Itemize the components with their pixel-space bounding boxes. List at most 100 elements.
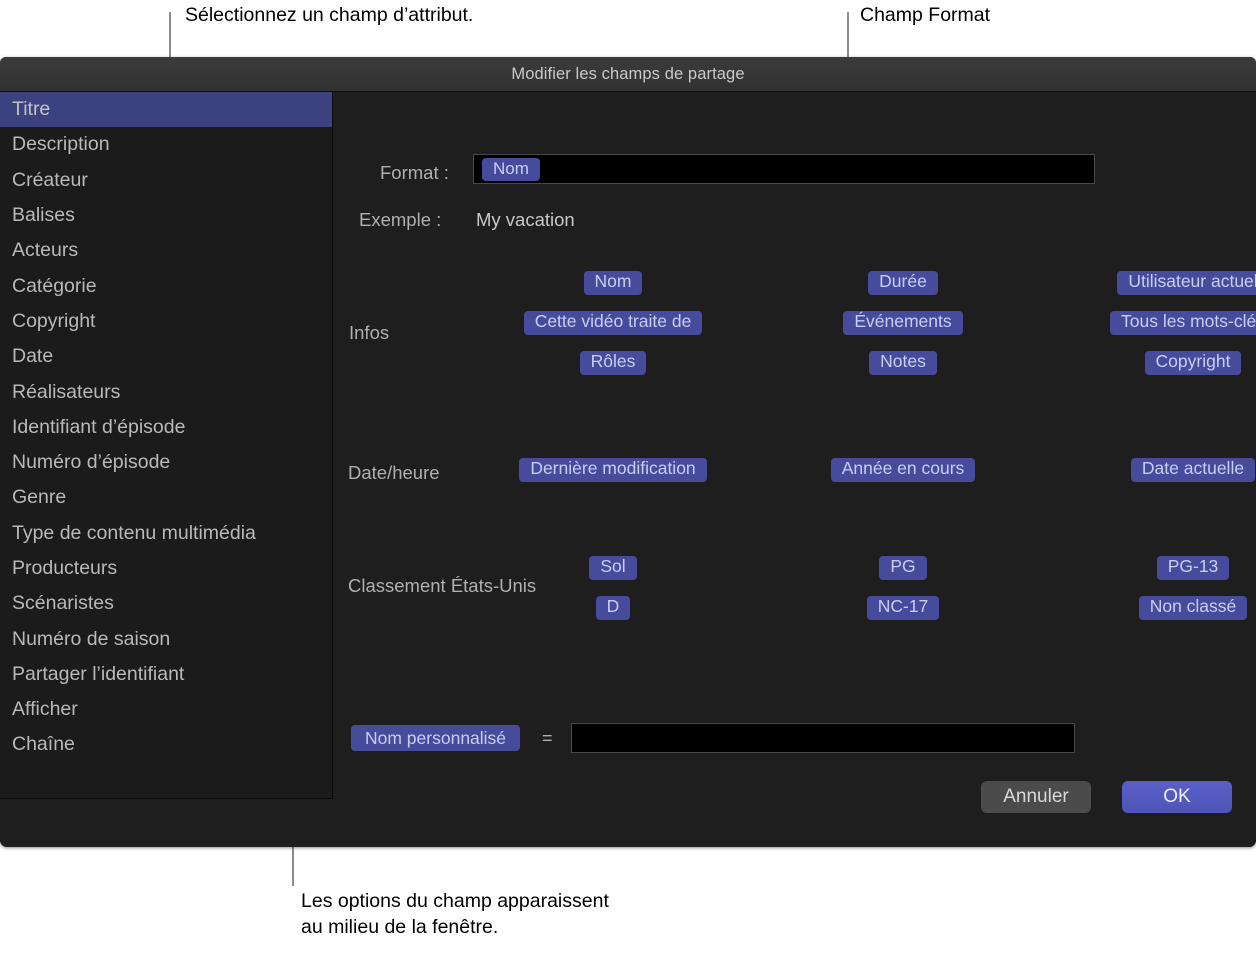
- token-cell: Date actuelle: [1131, 457, 1255, 483]
- sidebar-item[interactable]: Identifiant d’épisode: [0, 410, 332, 445]
- token-cell: Durée: [868, 270, 938, 296]
- field-token[interactable]: Utilisateur actuel: [1117, 271, 1256, 295]
- sidebar-item[interactable]: Titre: [0, 92, 332, 127]
- sidebar-item-label: Producteurs: [12, 557, 117, 580]
- field-token[interactable]: Copyright: [1145, 351, 1242, 375]
- sidebar-item-label: Réalisateurs: [12, 381, 120, 404]
- token-cell: Copyright: [1145, 350, 1242, 376]
- sidebar-item-label: Type de contenu multimédia: [12, 522, 256, 545]
- token-cell: Non classé: [1139, 595, 1248, 621]
- field-token[interactable]: D: [596, 596, 631, 620]
- example-value: My vacation: [476, 209, 575, 231]
- sidebar-item[interactable]: Scénaristes: [0, 586, 332, 621]
- token-group-datetime: Dernière modification Année en cours Date …: [468, 457, 1256, 483]
- field-token[interactable]: PG: [879, 556, 926, 580]
- sidebar-item-label: Identifiant d’épisode: [12, 416, 185, 439]
- dialog-footer: Annuler OK: [0, 799, 1256, 847]
- token-cell: Événements: [843, 310, 962, 336]
- sidebar-item[interactable]: Date: [0, 339, 332, 374]
- sidebar-item[interactable]: Créateur: [0, 163, 332, 198]
- sidebar-item-label: Numéro d’épisode: [12, 451, 170, 474]
- token-cell: Cette vidéo traite de: [524, 310, 703, 336]
- callout-select-attribute-field: Sélectionnez un champ d’attribut.: [185, 2, 473, 28]
- sidebar-item[interactable]: Acteurs: [0, 233, 332, 268]
- sidebar-item-label: Chaîne: [12, 733, 75, 756]
- field-token[interactable]: Date actuelle: [1131, 458, 1255, 482]
- sidebar-item-label: Description: [12, 133, 110, 156]
- token-cell: Rôles: [580, 350, 647, 376]
- sidebar-item[interactable]: Copyright: [0, 304, 332, 339]
- token-group-us-rating: Sol PG PG-13 D NC-17 Non classé: [468, 555, 1256, 621]
- sidebar-item[interactable]: Type de contenu multimédia: [0, 516, 332, 551]
- token-cell: Année en cours: [831, 457, 976, 483]
- token-cell: PG: [879, 555, 926, 581]
- sidebar-item-label: Titre: [12, 98, 50, 121]
- example-label: Exemple :: [359, 209, 441, 231]
- sidebar-item-label: Date: [12, 345, 53, 368]
- field-token[interactable]: NC-17: [867, 596, 940, 620]
- sidebar-item-label: Afficher: [12, 698, 78, 721]
- attribute-field-list[interactable]: Titre Description Créateur Balises Acteurs Ca…: [0, 92, 333, 799]
- field-token[interactable]: Tous les mots-clés: [1110, 311, 1256, 335]
- dialog-body: Titre Description Créateur Balises Acteurs Ca…: [0, 92, 1256, 847]
- group-label-infos: Infos: [349, 322, 389, 344]
- field-token[interactable]: Notes: [869, 351, 937, 375]
- field-token[interactable]: Non classé: [1139, 596, 1248, 620]
- token-cell: Sol: [589, 555, 636, 581]
- sidebar-item-label: Genre: [12, 486, 66, 509]
- ok-button[interactable]: OK: [1122, 781, 1232, 813]
- sidebar-item-label: Numéro de saison: [12, 628, 170, 651]
- sidebar-item-label: Copyright: [12, 310, 95, 333]
- format-input[interactable]: Nom: [473, 154, 1095, 184]
- token-group-infos: Nom Durée Utilisateur actuel Cette vidéo tr…: [468, 270, 1256, 376]
- sidebar-item-label: Partager l’identifiant: [12, 663, 184, 686]
- format-token[interactable]: Nom: [482, 158, 540, 181]
- field-detail-pane: Format : Nom Exemple : My vacation Infos…: [333, 92, 1256, 847]
- sidebar-item[interactable]: Producteurs: [0, 551, 332, 586]
- cancel-button[interactable]: Annuler: [981, 781, 1091, 813]
- field-token[interactable]: Dernière modification: [519, 458, 706, 482]
- field-token[interactable]: Nom: [584, 271, 643, 295]
- sidebar-item[interactable]: Chaîne: [0, 727, 332, 762]
- custom-name-token[interactable]: Nom personnalisé: [351, 725, 520, 751]
- sidebar-item-label: Scénaristes: [12, 592, 114, 615]
- sidebar-item[interactable]: Balises: [0, 198, 332, 233]
- sidebar-item[interactable]: Réalisateurs: [0, 374, 332, 409]
- sidebar-item-label: Balises: [12, 204, 75, 227]
- dialog-title: Modifier les champs de partage: [511, 65, 744, 84]
- sidebar-item[interactable]: Partager l’identifiant: [0, 657, 332, 692]
- equals-label: =: [542, 728, 553, 749]
- custom-name-input[interactable]: [571, 723, 1075, 753]
- sidebar-item-label: Acteurs: [12, 239, 78, 262]
- token-cell: D: [596, 595, 631, 621]
- sidebar-item[interactable]: Description: [0, 127, 332, 162]
- callout-format-field: Champ Format: [860, 2, 990, 28]
- format-label: Format :: [380, 162, 449, 184]
- field-token[interactable]: Cette vidéo traite de: [524, 311, 703, 335]
- token-cell: PG-13: [1157, 555, 1230, 581]
- share-fields-dialog: Modifier les champs de partage Titre Desc…: [0, 57, 1256, 847]
- token-cell: Dernière modification: [519, 457, 706, 483]
- callout-field-options: Les options du champ apparaissent au mil…: [301, 888, 609, 940]
- dialog-titlebar: Modifier les champs de partage: [0, 57, 1256, 92]
- token-cell: Tous les mots-clés: [1110, 310, 1256, 336]
- field-token[interactable]: Rôles: [580, 351, 647, 375]
- field-token[interactable]: Sol: [589, 556, 636, 580]
- sidebar-item-label: Créateur: [12, 169, 88, 192]
- sidebar-item[interactable]: Numéro de saison: [0, 621, 332, 656]
- token-cell: Notes: [869, 350, 937, 376]
- field-token[interactable]: Durée: [868, 271, 938, 295]
- token-cell: NC-17: [867, 595, 940, 621]
- field-token[interactable]: Année en cours: [831, 458, 976, 482]
- sidebar-item[interactable]: Afficher: [0, 692, 332, 727]
- token-cell: Nom: [584, 270, 643, 296]
- custom-name-row: Nom personnalisé =: [351, 723, 1075, 753]
- token-cell: Utilisateur actuel: [1117, 270, 1256, 296]
- field-token[interactable]: PG-13: [1157, 556, 1230, 580]
- sidebar-item[interactable]: Catégorie: [0, 268, 332, 303]
- sidebar-item[interactable]: Genre: [0, 480, 332, 515]
- group-label-datetime: Date/heure: [348, 462, 440, 484]
- sidebar-item-label: Catégorie: [12, 275, 97, 298]
- field-token[interactable]: Événements: [843, 311, 962, 335]
- sidebar-item[interactable]: Numéro d’épisode: [0, 445, 332, 480]
